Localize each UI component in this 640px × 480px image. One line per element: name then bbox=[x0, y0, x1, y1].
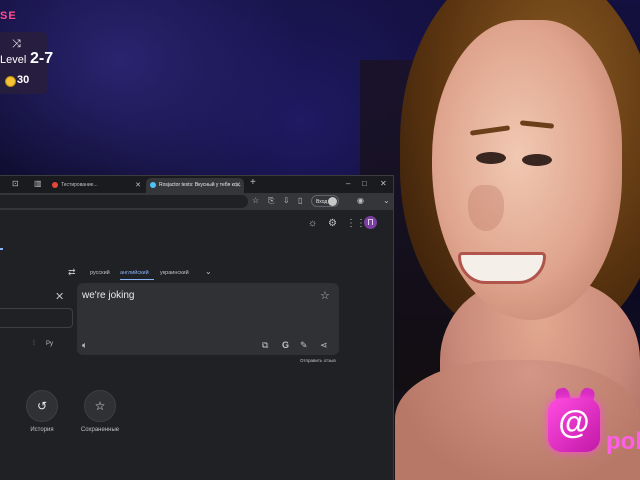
window-minimize-icon[interactable]: – bbox=[346, 179, 350, 188]
active-language-indicator bbox=[120, 279, 154, 280]
lang-russian[interactable]: русский bbox=[90, 270, 110, 276]
listen-speaker-icon[interactable]: 🔈︎ bbox=[82, 340, 87, 351]
menu-accent bbox=[0, 248, 3, 250]
shuffle-icon: ⤨ bbox=[12, 38, 21, 50]
tab-bar: ⊡ ▥ Тестирование... ✕ Rosjactor tests: В… bbox=[0, 176, 393, 193]
copy-icon[interactable]: ⧉ bbox=[262, 340, 268, 351]
address-bar: ☆ ⎘ ⇩ ▯ Вход ◉ ⌄ bbox=[0, 193, 393, 210]
brand-text: pol bbox=[606, 428, 640, 455]
coin-count: 30 bbox=[17, 74, 30, 86]
sign-in-button[interactable]: Вход bbox=[311, 195, 339, 207]
settings-gear-icon[interactable]: ⚙ bbox=[328, 218, 337, 229]
send-feedback-link[interactable]: Отправить отзыв bbox=[300, 358, 336, 363]
eye-left bbox=[476, 152, 506, 164]
overlay-title: SE bbox=[0, 10, 17, 22]
account-avatar[interactable]: П bbox=[364, 216, 377, 229]
share-icon[interactable]: ⋖ bbox=[320, 340, 328, 351]
profile-avatar-icon bbox=[328, 197, 337, 206]
history-label: История bbox=[30, 427, 54, 433]
window-maximize-icon[interactable]: □ bbox=[362, 179, 367, 188]
level-label: Level bbox=[0, 54, 27, 66]
theme-icon[interactable]: ☼ bbox=[308, 218, 317, 229]
tab-favicon-icon bbox=[52, 181, 58, 188]
sidepanel-icon[interactable]: ▯ bbox=[298, 196, 302, 205]
translate-page: ☼ ⚙ ⋮⋮ П ⇄ русский английский украинский… bbox=[0, 210, 393, 480]
bookmark-star-icon[interactable]: ☆ bbox=[252, 196, 259, 205]
url-field[interactable] bbox=[0, 195, 248, 208]
saved-shortcut[interactable]: ☆ Сохраненные bbox=[70, 390, 130, 433]
extension-icon[interactable]: ⎘ bbox=[268, 196, 274, 206]
tab-close-icon[interactable]: ✕ bbox=[235, 178, 241, 193]
eye-right bbox=[522, 154, 552, 166]
save-translation-star-icon[interactable]: ☆ bbox=[320, 289, 330, 302]
person-shoulders bbox=[395, 360, 640, 480]
star-icon: ☆ bbox=[84, 390, 116, 422]
tab-active-label: Rosjactor tests: Вкусный у тебя ко... bbox=[159, 182, 241, 188]
new-tab-button[interactable]: + bbox=[250, 177, 256, 188]
sign-in-label: Вход bbox=[316, 199, 328, 205]
tab-search-icon[interactable]: ⊡ bbox=[12, 179, 19, 188]
apps-grid-icon[interactable]: ⋮⋮ bbox=[346, 218, 366, 229]
lang-ukrainian[interactable]: украинский bbox=[160, 270, 189, 276]
input-method-button[interactable]: Ру bbox=[46, 341, 53, 347]
swap-languages-icon[interactable]: ⇄ bbox=[68, 267, 76, 278]
tab-active[interactable]: Rosjactor tests: Вкусный у тебя ко... ✕ bbox=[146, 178, 244, 193]
coin-icon bbox=[5, 76, 16, 87]
level-value: 2-7 bbox=[30, 50, 54, 67]
microphone-icon[interactable]: ⫶ bbox=[33, 340, 35, 348]
person-smile bbox=[458, 252, 546, 284]
lang-english[interactable]: английский bbox=[120, 270, 149, 276]
clear-source-icon[interactable]: ✕ bbox=[55, 290, 64, 303]
history-shortcut[interactable]: ↺ История bbox=[12, 390, 72, 433]
window-close-icon[interactable]: ✕ bbox=[380, 179, 387, 188]
source-input-box[interactable] bbox=[0, 308, 73, 328]
browser-window: ⊡ ▥ Тестирование... ✕ Rosjactor tests: В… bbox=[0, 176, 393, 480]
person-nose bbox=[468, 185, 504, 231]
chevron-down-icon[interactable]: ⌄ bbox=[383, 196, 390, 205]
tab-list-icon[interactable]: ▥ bbox=[34, 179, 42, 188]
edit-icon[interactable]: ✎ bbox=[300, 340, 308, 351]
tab-1[interactable]: Тестирование... ✕ bbox=[48, 178, 144, 193]
more-languages-chevron-icon[interactable]: ⌄ bbox=[205, 267, 212, 276]
translation-text: we're joking bbox=[82, 290, 135, 301]
profile-icon[interactable]: ◉ bbox=[357, 196, 364, 205]
tab-close-icon[interactable]: ✕ bbox=[135, 178, 141, 193]
history-icon: ↺ bbox=[26, 390, 58, 422]
tab-favicon-icon bbox=[150, 181, 156, 188]
saved-label: Сохраненные bbox=[80, 427, 120, 433]
downloads-icon[interactable]: ⇩ bbox=[283, 196, 290, 205]
brand-logo-glyph: @ bbox=[558, 404, 590, 440]
tab-1-label: Тестирование... bbox=[61, 182, 98, 188]
google-icon[interactable]: G bbox=[282, 340, 289, 350]
